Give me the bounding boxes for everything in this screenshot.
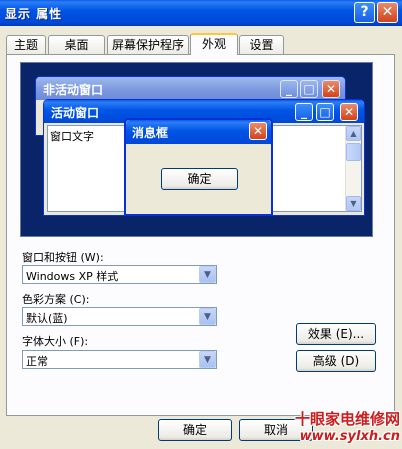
tab-strip: 主题 桌面 屏幕保护程序 外观 设置: [6, 33, 306, 55]
help-icon: ?: [360, 4, 369, 20]
chevron-down-icon[interactable]: ▼: [199, 308, 216, 325]
site-watermark: 十眼家电维修网 www.sylxh.cn: [281, 406, 402, 449]
tab-settings[interactable]: 设置: [239, 35, 284, 54]
close-icon: ✕: [249, 122, 267, 140]
style-value: Windows XP 样式: [26, 270, 119, 283]
color-scheme-value: 默认(蓝): [26, 312, 68, 325]
chevron-down-icon[interactable]: ▼: [199, 351, 216, 368]
scroll-down-icon: ▼: [346, 196, 361, 211]
scroll-thumb: [346, 143, 361, 161]
tab-screensaver[interactable]: 屏幕保护程序: [107, 35, 189, 54]
style-select[interactable]: Windows XP 样式 ▼: [22, 265, 217, 284]
ok-label: 确定: [182, 423, 207, 437]
scrollbar: ▲ ▼: [345, 126, 361, 211]
color-scheme-label: 色彩方案 (C):: [22, 293, 90, 306]
effects-button[interactable]: 效果 (E)...: [296, 323, 376, 345]
tab-desktop[interactable]: 桌面: [48, 35, 105, 54]
close-icon: ✕: [322, 80, 340, 98]
scroll-up-icon: ▲: [346, 126, 361, 141]
close-icon: ✕: [381, 4, 394, 20]
tab-label: 设置: [249, 38, 274, 52]
window-text: 窗口文字: [50, 130, 94, 143]
maximize-icon: □: [300, 80, 318, 98]
ok-button[interactable]: 确定: [158, 419, 232, 441]
minimize-icon: _: [280, 80, 298, 98]
effects-label: 效果 (E)...: [307, 327, 365, 341]
advanced-label: 高级 (D): [312, 354, 360, 368]
chevron-down-icon[interactable]: ▼: [199, 266, 216, 283]
tab-label: 桌面: [64, 38, 89, 52]
help-button[interactable]: ?: [354, 2, 375, 23]
font-size-label: 字体大小 (F):: [22, 335, 89, 348]
tab-theme[interactable]: 主题: [6, 35, 46, 54]
maximize-icon: □: [316, 103, 334, 121]
window-title: 显示 属性: [5, 7, 63, 21]
tab-label: 主题: [13, 38, 38, 52]
title-bar[interactable]: 显示 属性 ? ✕: [0, 0, 402, 26]
message-box-preview: 消息框 ✕ 确定: [124, 118, 273, 216]
close-button[interactable]: ✕: [377, 2, 398, 23]
ok-label: 确定: [187, 172, 212, 186]
font-size-select[interactable]: 正常 ▼: [22, 350, 217, 369]
advanced-button[interactable]: 高级 (D): [296, 350, 376, 372]
minimize-icon: _: [295, 103, 313, 121]
inactive-window-title: 非活动窗口: [43, 83, 104, 97]
close-icon: ✕: [340, 103, 358, 121]
tab-label: 屏幕保护程序: [111, 38, 184, 52]
color-scheme-select[interactable]: 默认(蓝) ▼: [22, 307, 217, 326]
style-label: 窗口和按钮 (W):: [22, 251, 104, 264]
watermark-url: www.sylxh.cn: [299, 429, 400, 444]
message-box-title: 消息框: [132, 126, 169, 140]
message-box-titlebar: 消息框 ✕: [126, 120, 271, 144]
active-window-title: 活动窗口: [51, 106, 100, 120]
display-properties-dialog: 显示 属性 ? ✕ 主题 桌面 屏幕保护程序 外观 设置 非活动窗口 _ □ ✕: [0, 0, 402, 449]
tab-label: 外观: [201, 37, 226, 51]
font-size-value: 正常: [26, 355, 48, 368]
tab-appearance[interactable]: 外观: [190, 33, 238, 55]
watermark-title: 十眼家电维修网: [294, 410, 400, 428]
message-box-ok-button: 确定: [161, 168, 238, 190]
inactive-window-titlebar: 非活动窗口 _ □ ✕: [36, 77, 345, 100]
